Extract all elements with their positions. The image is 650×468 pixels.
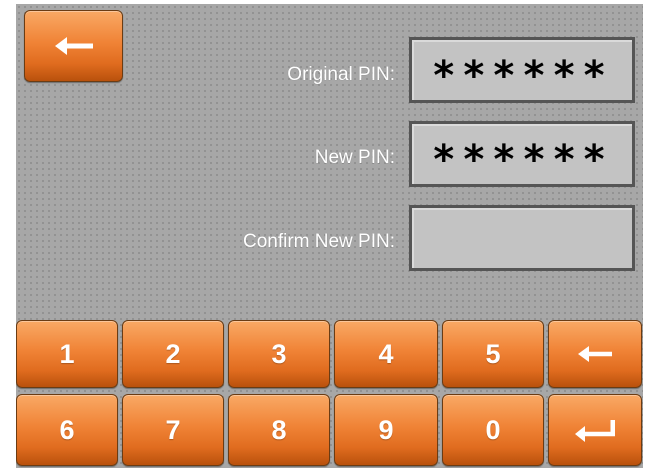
left-arrow-icon <box>54 36 93 56</box>
key-8[interactable]: 8 <box>228 394 330 466</box>
key-label: 8 <box>271 414 287 445</box>
key-7[interactable]: 7 <box>122 394 224 466</box>
key-label: 2 <box>165 338 181 369</box>
backspace-button[interactable] <box>548 320 642 388</box>
key-3[interactable]: 3 <box>228 320 330 388</box>
key-label: 1 <box>59 338 75 369</box>
original-pin-label: Original PIN: <box>287 64 395 85</box>
confirm-pin-label: Confirm New PIN: <box>242 231 395 252</box>
key-1[interactable]: 1 <box>16 320 118 388</box>
key-5[interactable]: 5 <box>442 320 544 388</box>
key-label: 4 <box>378 338 394 369</box>
key-6[interactable]: 6 <box>16 394 118 466</box>
pin-change-panel: Original PIN: ****** New PIN: ****** Con… <box>16 4 643 468</box>
left-arrow-icon <box>578 345 612 363</box>
key-label: 6 <box>59 414 75 445</box>
enter-return-icon <box>575 418 615 442</box>
back-button[interactable] <box>24 10 123 82</box>
key-2[interactable]: 2 <box>122 320 224 388</box>
key-label: 5 <box>485 338 501 369</box>
key-4[interactable]: 4 <box>334 320 438 388</box>
key-label: 3 <box>271 338 287 369</box>
new-pin-label: New PIN: <box>314 147 395 168</box>
original-pin-field[interactable]: ****** <box>409 37 635 103</box>
original-pin-value: ****** <box>431 53 613 99</box>
key-label: 0 <box>485 414 501 445</box>
key-0[interactable]: 0 <box>442 394 544 466</box>
enter-button[interactable] <box>548 394 642 466</box>
new-pin-field[interactable]: ****** <box>409 121 635 187</box>
key-label: 9 <box>378 414 394 445</box>
key-9[interactable]: 9 <box>334 394 438 466</box>
new-pin-value: ****** <box>431 137 613 183</box>
confirm-pin-field[interactable] <box>409 205 635 271</box>
key-label: 7 <box>165 414 181 445</box>
